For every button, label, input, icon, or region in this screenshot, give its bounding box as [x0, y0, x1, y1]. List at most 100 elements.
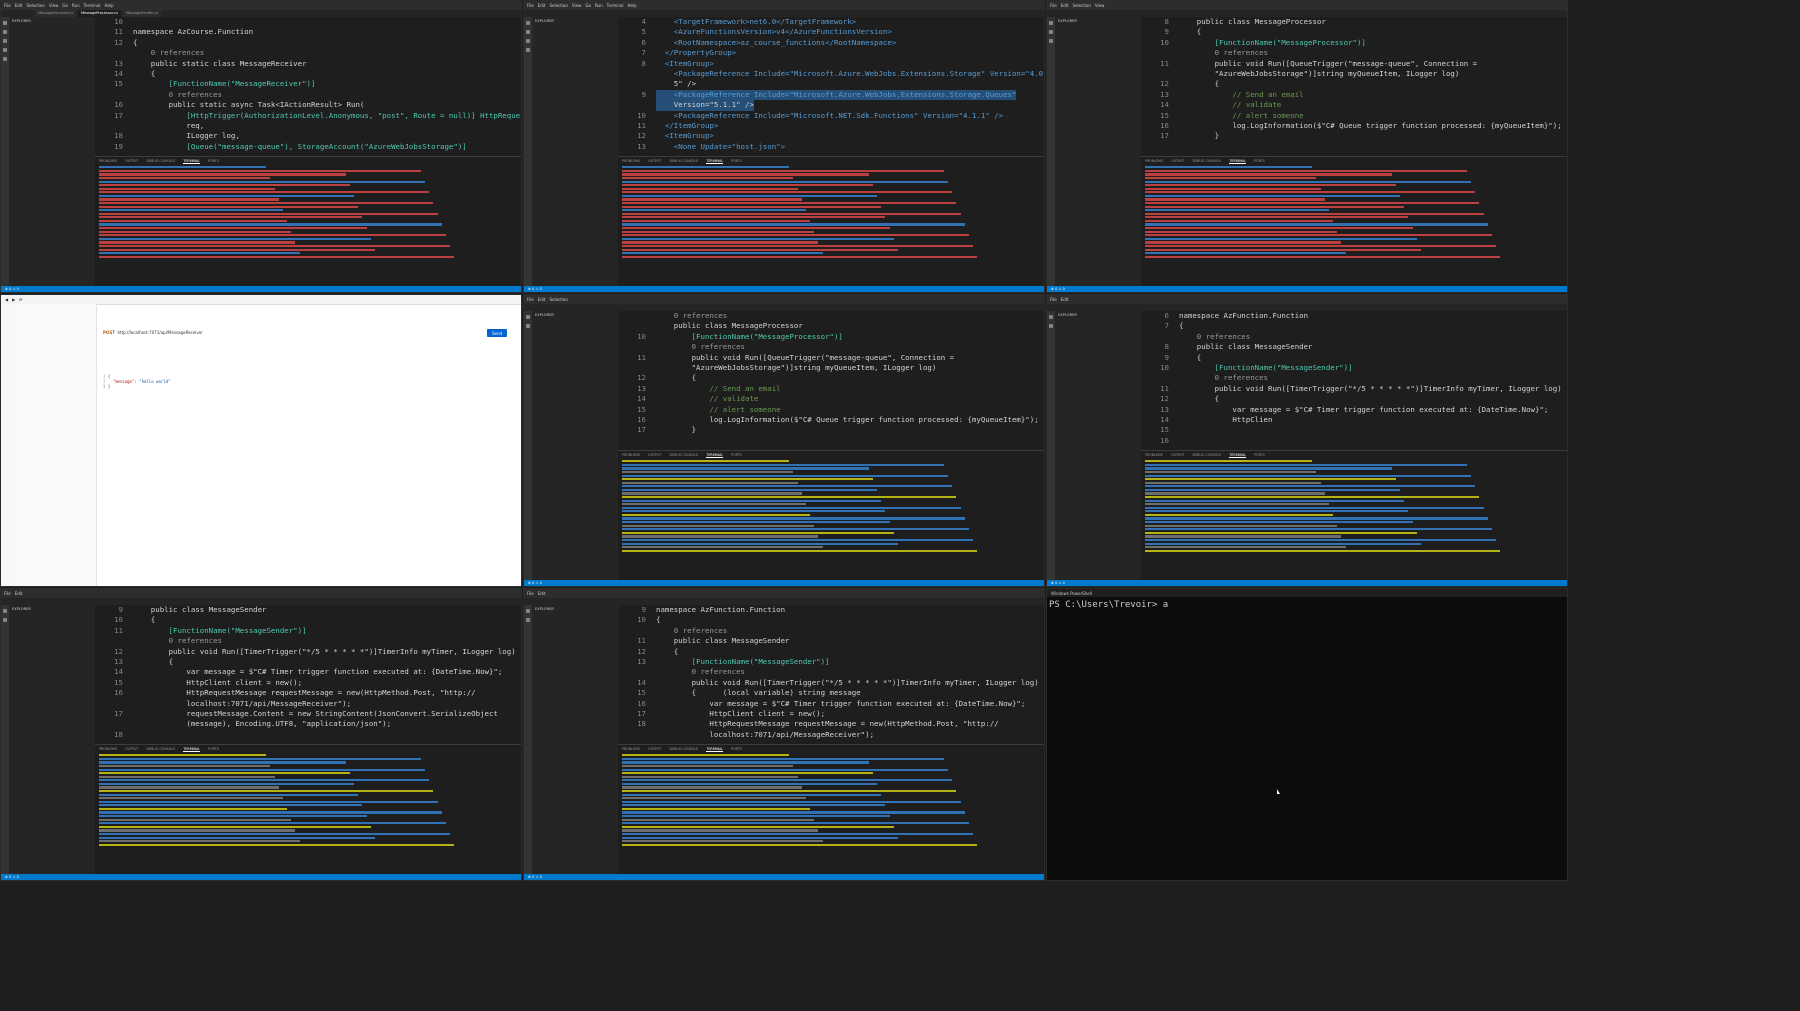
code-line[interactable]: 11 public class MessageSender	[618, 636, 1044, 646]
code-line[interactable]: 10 <PackageReference Include="Microsoft.…	[618, 111, 1044, 121]
files-icon[interactable]	[3, 21, 7, 25]
menu-edit[interactable]: Edit	[15, 3, 23, 8]
menu-help[interactable]: Help	[105, 3, 114, 8]
code-line[interactable]: 14 {	[95, 69, 521, 79]
tab-ports[interactable]: PORTS	[208, 747, 219, 752]
code-line[interactable]: 13 // Send an email	[1141, 90, 1567, 100]
code-line[interactable]: 11 public void Run([TimerTrigger("*/5 * …	[1141, 384, 1567, 394]
code-line[interactable]: 12 {	[1141, 394, 1567, 404]
code-line[interactable]: 16 log.LogInformation($"C# Queue trigger…	[1141, 121, 1567, 131]
code-line[interactable]: 8 <ItemGroup>	[618, 59, 1044, 69]
code-line[interactable]: 17 }	[618, 425, 1044, 435]
menu-view[interactable]: View	[1095, 3, 1105, 8]
code-line[interactable]: 11 public void Run([QueueTrigger("messag…	[1141, 59, 1567, 69]
code-line[interactable]: localhost:7071/api/MessageReceiver");	[95, 699, 521, 709]
code-line[interactable]: 0 references	[618, 667, 1044, 677]
files-icon[interactable]	[526, 609, 530, 613]
tab-debug-console[interactable]: DEBUG CONSOLE	[669, 453, 698, 458]
code-line[interactable]: 17 [HttpTrigger(AuthorizationLevel.Anony…	[95, 111, 521, 121]
menu-file[interactable]: File	[527, 591, 534, 596]
tab-debug-console[interactable]: DEBUG CONSOLE	[669, 159, 698, 164]
code-line[interactable]: 16 log.LogInformation($"C# Queue trigger…	[618, 415, 1044, 425]
menu-view[interactable]: View	[572, 3, 582, 8]
back-icon[interactable]: ◀	[5, 297, 8, 302]
menu-selection[interactable]: Selection	[549, 297, 567, 302]
code-line[interactable]: 11 [FunctionName("MessageSender")]	[95, 626, 521, 636]
menu-file[interactable]: File	[1050, 297, 1057, 302]
menu-help[interactable]: Help	[628, 3, 637, 8]
tab-debug-console[interactable]: DEBUG CONSOLE	[669, 747, 698, 752]
refresh-icon[interactable]: ⟳	[19, 297, 22, 302]
files-icon[interactable]	[1049, 315, 1053, 319]
code-line[interactable]: 12 {	[618, 373, 1044, 383]
code-line[interactable]: 0 references	[1141, 48, 1567, 58]
menu-edit[interactable]: Edit	[1061, 3, 1069, 8]
code-line[interactable]: 15 [FunctionName("MessageReceiver")]	[95, 79, 521, 89]
code-line[interactable]: 15 HttpClient client = new();	[95, 678, 521, 688]
code-line[interactable]: 7 </PropertyGroup>	[618, 48, 1044, 58]
tab-debug-console[interactable]: DEBUG CONSOLE	[1192, 159, 1221, 164]
menu-edit[interactable]: Edit	[15, 591, 23, 596]
code-line[interactable]: 9 <PackageReference Include="Microsoft.A…	[618, 89, 1044, 101]
send-button[interactable]: Send	[487, 329, 507, 337]
tab-problems[interactable]: PROBLEMS	[1145, 159, 1163, 164]
tab-output[interactable]: OUTPUT	[125, 159, 138, 164]
request-url-bar[interactable]: POST http://localhost:7071/api/MessageRe…	[103, 330, 203, 335]
tab-ports[interactable]: PORTS	[1254, 159, 1265, 164]
forward-icon[interactable]: ▶	[12, 297, 15, 302]
code-line[interactable]: 14 public void Run([TimerTrigger("*/5 * …	[618, 678, 1044, 688]
code-line[interactable]: 12 <ItemGroup>	[618, 131, 1044, 141]
code-line[interactable]: 8 public class MessageSender	[1141, 342, 1567, 352]
terminal-panel[interactable]: PROBLEMS OUTPUT DEBUG CONSOLE TERMINAL P…	[618, 156, 1044, 286]
request-body[interactable]: 1 { 2 "message": "hello world" 3 }	[103, 374, 170, 389]
code-line[interactable]: 6 <RootNamespace>az_course_functions</Ro…	[618, 38, 1044, 48]
tab-problems[interactable]: PROBLEMS	[622, 747, 640, 752]
tab-problems[interactable]: PROBLEMS	[622, 159, 640, 164]
code-line[interactable]: 5 <AzureFunctionsVersion>v4</AzureFuncti…	[618, 27, 1044, 37]
tab-problems[interactable]: PROBLEMS	[99, 747, 117, 752]
tab-message-processor[interactable]: MessageProcessor.cs	[78, 10, 121, 17]
code-line[interactable]: localhost:7071/api/MessageReceiver");	[618, 730, 1044, 740]
code-line[interactable]: public class MessageProcessor	[618, 321, 1044, 331]
terminal-panel[interactable]: PROBLEMS OUTPUT DEBUG CONSOLE TERMINAL P…	[618, 450, 1044, 580]
code-line[interactable]: "AzureWebJobsStorage")]string myQueueIte…	[618, 363, 1044, 373]
tab-ports[interactable]: PORTS	[731, 159, 742, 164]
source-control-icon[interactable]	[1049, 39, 1053, 43]
code-line[interactable]: 18 ILogger log,	[95, 131, 521, 141]
code-line[interactable]: 9 namespace AzFunction.Function	[618, 605, 1044, 615]
code-line[interactable]: Version="5.1.1" />	[618, 100, 1044, 111]
request-method[interactable]: POST	[103, 330, 115, 335]
request-url[interactable]: http://localhost:7071/api/MessageReceive…	[118, 330, 203, 335]
search-icon[interactable]	[526, 618, 530, 622]
tab-message-receiver[interactable]: MessageReceiver.cs	[35, 10, 77, 17]
status-problems[interactable]: ⊗ 0 ⚠ 0	[1051, 581, 1065, 585]
menu-run[interactable]: Run	[72, 3, 80, 8]
code-line[interactable]: "AzureWebJobsStorage")]string myQueueIte…	[1141, 69, 1567, 79]
code-line[interactable]: 10 [FunctionName("MessageProcessor")]	[618, 332, 1044, 342]
status-problems[interactable]: ⊗ 0 ⚠ 0	[1051, 287, 1065, 291]
code-line[interactable]: 10 {	[95, 615, 521, 625]
code-line[interactable]: 13 var message = $"C# Timer trigger func…	[1141, 405, 1567, 415]
code-line[interactable]: 16	[1141, 436, 1567, 446]
code-line[interactable]: 0 references	[1141, 332, 1567, 342]
code-line[interactable]: 16 var message = $"C# Timer trigger func…	[618, 699, 1044, 709]
tab-output[interactable]: OUTPUT	[1171, 453, 1184, 458]
tab-ports[interactable]: PORTS	[731, 747, 742, 752]
code-line[interactable]: 0 references	[618, 311, 1044, 321]
code-line[interactable]: 10 {	[618, 615, 1044, 625]
terminal-panel[interactable]: PROBLEMS OUTPUT DEBUG CONSOLE TERMINAL P…	[1141, 450, 1567, 580]
code-editor[interactable]: 9 public class MessageSender 10 {11 [Func…	[95, 605, 521, 741]
code-line[interactable]: 13 {	[95, 657, 521, 667]
files-icon[interactable]	[526, 21, 530, 25]
code-line[interactable]: req,	[95, 121, 521, 131]
code-line[interactable]: 14 // validate	[1141, 100, 1567, 110]
code-line[interactable]: 17 requestMessage.Content = new StringCo…	[95, 709, 521, 719]
status-problems[interactable]: ⊗ 0 ⚠ 0	[5, 875, 19, 879]
tab-terminal[interactable]: TERMINAL	[706, 747, 724, 753]
terminal-panel[interactable]: PROBLEMS OUTPUT DEBUG CONSOLE TERMINAL P…	[95, 744, 521, 874]
code-line[interactable]: 15 // alert someone	[1141, 111, 1567, 121]
code-line[interactable]: <PackageReference Include="Microsoft.Azu…	[618, 69, 1044, 79]
extensions-icon[interactable]	[3, 57, 7, 61]
menu-file[interactable]: File	[4, 591, 11, 596]
status-problems[interactable]: ⊗ 0 ⚠ 0	[528, 581, 542, 585]
